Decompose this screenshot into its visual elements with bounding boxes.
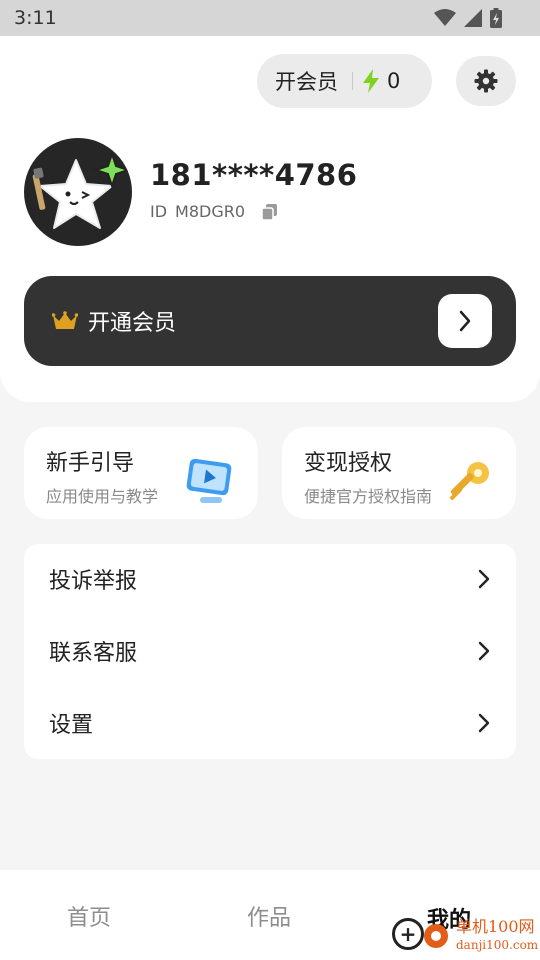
settings-button[interactable] xyxy=(456,56,516,106)
open-vip-banner[interactable]: 开通会员 xyxy=(24,276,516,366)
chevron-right-icon xyxy=(478,641,490,661)
menu-item-label: 投诉举报 xyxy=(49,569,138,594)
watermark-brand: 单机100网 xyxy=(456,917,535,936)
lightning-icon xyxy=(363,69,379,93)
signal-icon xyxy=(464,9,482,27)
id-value: M8DGR0 xyxy=(175,202,246,221)
status-bar: 3:11 xyxy=(0,0,540,36)
monetization-auth-card[interactable]: 变现授权 便捷官方授权指南 xyxy=(282,427,516,519)
id-label: ID xyxy=(150,202,168,221)
pill-divider xyxy=(352,72,353,90)
monitor-play-icon xyxy=(186,458,232,503)
crown-icon xyxy=(52,311,78,329)
copy-icon[interactable] xyxy=(261,203,279,221)
gear-icon xyxy=(474,69,498,93)
wifi-icon xyxy=(434,9,456,26)
menu-item-label: 联系客服 xyxy=(49,641,138,666)
watermark: + 单机100网 danji100.com xyxy=(392,918,538,958)
key-icon xyxy=(449,462,489,501)
user-id-row: ID M8DGR0 xyxy=(150,202,279,221)
beginner-guide-card[interactable]: 新手引导 应用使用与教学 xyxy=(24,427,258,519)
chevron-right-icon xyxy=(478,569,490,589)
watermark-url: danji100.com xyxy=(456,938,539,952)
star-mascot-icon xyxy=(32,150,132,229)
battery-icon xyxy=(490,8,502,28)
profile-card: 开会员 0 181****4786 ID M8DGR0 开通会员 xyxy=(0,36,540,402)
menu-item-label: 设置 xyxy=(49,713,94,738)
tab-home[interactable]: 首页 xyxy=(67,900,111,932)
open-vip-arrow-button[interactable] xyxy=(438,294,492,348)
menu-item-settings[interactable]: 设置 xyxy=(24,691,516,755)
watermark-circle-icon xyxy=(424,924,448,948)
vip-pill-button[interactable]: 开会员 0 xyxy=(257,54,432,108)
chevron-right-icon xyxy=(459,310,471,332)
username: 181****4786 xyxy=(150,158,358,192)
avatar[interactable] xyxy=(24,138,132,246)
status-time: 3:11 xyxy=(14,7,57,29)
open-vip-label: 开通会员 xyxy=(88,311,177,336)
energy-count: 0 xyxy=(387,69,401,93)
menu-item-complaint[interactable]: 投诉举报 xyxy=(24,547,516,611)
watermark-logo-icon: + xyxy=(392,918,424,950)
menu-item-customer-service[interactable]: 联系客服 xyxy=(24,619,516,683)
menu-list: 投诉举报 联系客服 设置 xyxy=(24,544,516,759)
status-icons xyxy=(434,8,502,28)
vip-pill-label: 开会员 xyxy=(275,70,338,94)
chevron-right-icon xyxy=(478,713,490,733)
tab-works[interactable]: 作品 xyxy=(247,900,291,932)
